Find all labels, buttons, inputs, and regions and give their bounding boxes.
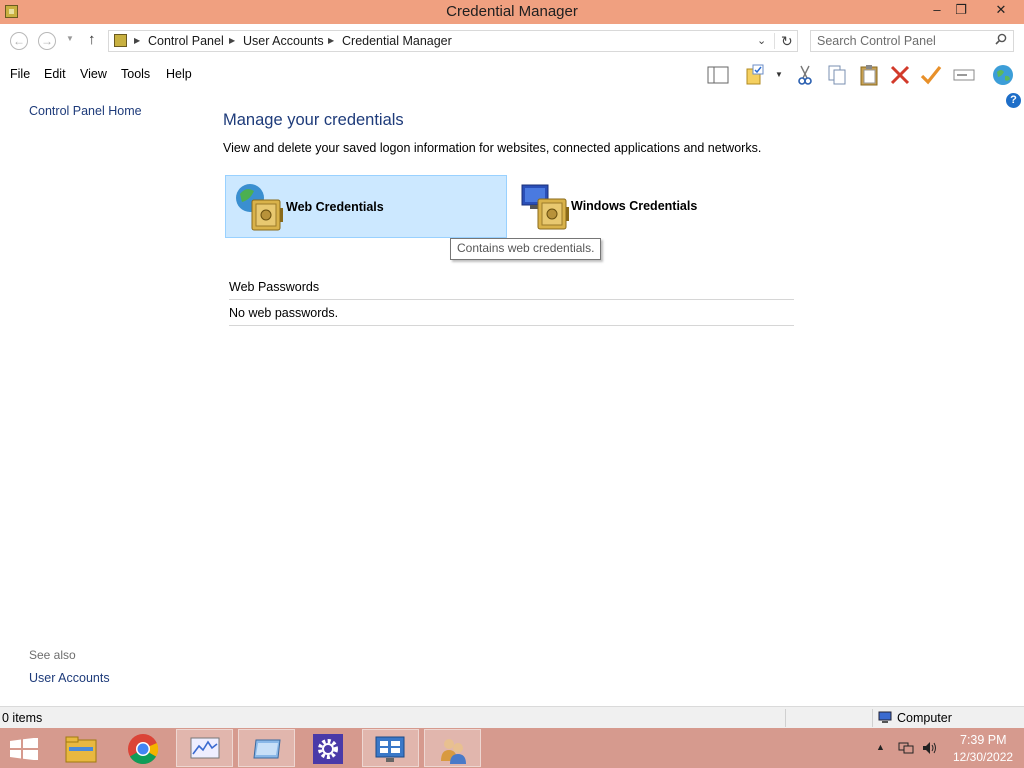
status-divider [785,709,786,727]
menu-help[interactable]: Help [166,67,192,81]
close-button[interactable]: ✕ [984,0,1018,20]
paste-icon[interactable] [858,64,880,86]
remote-desktop-button[interactable] [362,729,419,767]
web-credentials-tile[interactable]: Web Credentials [225,175,507,238]
clock-time[interactable]: 7:39 PM [960,733,1007,747]
settings-gear-icon [313,734,343,764]
volume-icon[interactable] [922,741,938,755]
status-divider [872,709,873,727]
chrome-button[interactable] [114,729,171,767]
web-credentials-vault-icon [234,182,284,232]
breadcrumb-separator-icon[interactable]: ▶ [328,31,334,51]
no-web-passwords-text: No web passwords. [229,306,339,320]
see-also-heading: See also [29,648,76,662]
window-title: Credential Manager [446,3,578,20]
help-icon[interactable]: ? [1006,93,1021,108]
menu-toolbar-row: File Edit View Tools Help ▼ [0,58,1024,91]
window-icon [253,739,281,759]
clock-date[interactable]: 12/30/2022 [953,750,1013,764]
menu-view[interactable]: View [80,67,107,81]
show-hidden-icons-chevron-icon[interactable]: ▲ [876,742,885,752]
divider [229,325,794,326]
tooltip: Contains web credentials. [450,238,602,260]
forward-arrow-icon[interactable]: → [38,32,56,50]
chrome-icon [128,734,159,765]
page-title: Manage your credentials [223,111,404,129]
web-credentials-label: Web Credentials [286,200,384,214]
control-panel-icon [114,34,127,47]
breadcrumb-separator-icon[interactable]: ▶ [134,31,140,51]
restore-button[interactable]: ❐ [946,0,976,20]
settings-button[interactable] [300,729,357,767]
up-arrow-icon[interactable]: ↑ [88,31,96,48]
control-panel-window-button[interactable] [238,729,295,767]
cut-icon[interactable] [794,64,816,86]
folder-icon [65,736,97,763]
back-arrow-icon[interactable]: ← [10,32,28,50]
network-icon[interactable] [898,741,914,755]
internet-globe-icon[interactable] [992,64,1014,86]
address-row: ← → ▼ ↑ ▶ Control Panel ▶ User Accounts … [0,24,1024,58]
search-icon[interactable] [995,33,1007,48]
status-bar: 0 items Computer [0,706,1024,728]
taskbar: ▲ 7:39 PM 12/30/2022 [0,728,1024,768]
file-explorer-button[interactable] [52,729,109,767]
page-description: View and delete your saved logon informa… [223,141,762,155]
layout-pane-icon[interactable] [707,64,729,86]
folder-options-dropdown-icon[interactable]: ▼ [775,70,783,79]
users-icon [441,739,466,764]
user-accounts-link[interactable]: User Accounts [29,671,110,685]
menu-edit[interactable]: Edit [44,67,66,81]
breadcrumb-control-panel[interactable]: Control Panel [148,31,224,51]
recent-locations-chevron-icon[interactable]: ▼ [66,34,74,43]
breadcrumb-credential-manager[interactable]: Credential Manager [342,31,452,51]
resource-monitor-button[interactable] [176,729,233,767]
item-count: 0 items [2,711,43,725]
rename-icon[interactable] [953,64,975,86]
windows-logo-icon [10,738,38,760]
refresh-icon[interactable]: ↻ [781,31,793,51]
credential-manager-taskbar-button[interactable] [424,729,481,767]
breadcrumb-user-accounts[interactable]: User Accounts [243,31,324,51]
windows-credentials-label: Windows Credentials [571,199,698,213]
resource-monitor-icon [190,737,220,759]
breadcrumb-separator-icon[interactable]: ▶ [229,31,235,51]
computer-icon [878,711,893,723]
web-passwords-heading: Web Passwords [229,280,320,294]
copy-icon[interactable] [826,64,848,86]
menu-tools[interactable]: Tools [121,67,150,81]
checkmark-icon[interactable] [920,64,942,86]
windows-credentials-vault-icon [520,181,570,231]
address-dropdown-icon[interactable]: ⌄ [757,31,766,51]
address-divider [774,33,775,49]
search-input[interactable] [817,33,985,49]
address-bar[interactable]: ▶ Control Panel ▶ User Accounts ▶ Creden… [108,30,798,52]
search-box[interactable] [810,30,1014,52]
folder-options-icon[interactable] [745,64,767,86]
control-panel-home-link[interactable]: Control Panel Home [29,104,142,118]
menu-file[interactable]: File [10,67,30,81]
title-bar: Credential Manager – ❐ ✕ [0,0,1024,24]
divider [229,299,794,300]
windows-credentials-tile[interactable]: Windows Credentials [508,175,790,238]
location-label: Computer [897,711,952,725]
remote-desktop-icon [375,736,405,762]
delete-icon[interactable] [889,64,911,86]
start-button[interactable] [0,729,57,767]
